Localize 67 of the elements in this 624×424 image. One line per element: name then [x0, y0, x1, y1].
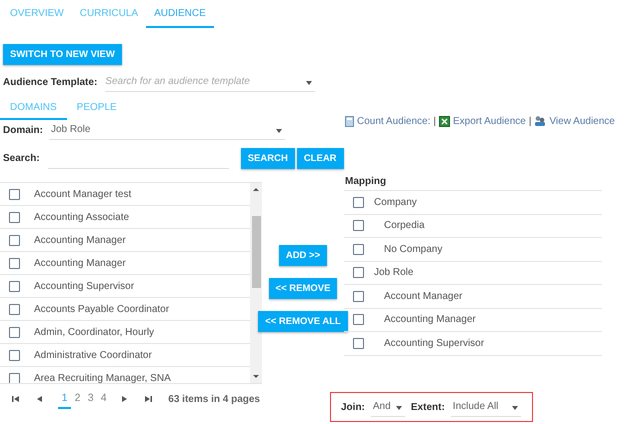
- remove-all-button[interactable]: << REMOVE ALL: [258, 311, 348, 332]
- mapping-heading: Mapping: [344, 176, 602, 191]
- nav-tab[interactable]: AUDIENCE: [146, 0, 214, 28]
- search-button[interactable]: SEARCH: [240, 148, 295, 168]
- checkbox[interactable]: [9, 234, 20, 246]
- page-number[interactable]: 2: [71, 389, 84, 409]
- mapping-item: Job Role: [374, 267, 414, 278]
- calculator-icon: [345, 116, 354, 126]
- link-separator: |: [433, 116, 436, 126]
- extent-label: Extent:: [410, 402, 445, 412]
- count-audience-link[interactable]: Count Audience:: [345, 116, 430, 126]
- checkbox[interactable]: [353, 314, 364, 326]
- audience-template-field[interactable]: Search for an audience template: [105, 72, 316, 92]
- view-audience-link[interactable]: View Audience: [534, 115, 615, 127]
- list-item[interactable]: Admin, Coordinator, Hourly: [34, 326, 154, 338]
- list-item[interactable]: Accounting Manager: [34, 258, 126, 268]
- checkbox[interactable]: [353, 220, 364, 232]
- previous-page-icon[interactable]: [36, 395, 42, 403]
- mapping-item: Corpedia: [383, 220, 425, 232]
- list-item[interactable]: Accounting Supervisor: [34, 280, 134, 292]
- mapping-item: Accounting Manager: [383, 314, 476, 326]
- domain-dropdown[interactable]: Job Role: [49, 120, 285, 140]
- extent-dropdown[interactable]: Include All: [450, 398, 521, 416]
- next-page-icon[interactable]: [122, 395, 128, 403]
- first-page-icon[interactable]: [12, 395, 20, 403]
- checkbox[interactable]: [353, 196, 364, 208]
- search-label: Search:: [3, 152, 40, 164]
- checkbox[interactable]: [9, 212, 20, 222]
- join-dropdown[interactable]: And: [370, 398, 405, 416]
- checkbox[interactable]: [9, 258, 20, 268]
- mapping-item: No Company: [383, 244, 442, 255]
- people-icon: [534, 115, 546, 127]
- clear-button[interactable]: CLEAR: [296, 148, 344, 168]
- list-item[interactable]: Area Recruiting Manager, SNA: [34, 372, 171, 383]
- domain-label: Domain:: [3, 124, 43, 136]
- spreadsheet-icon: [439, 116, 450, 126]
- link-separator: |: [528, 116, 532, 126]
- audience-template-label: Audience Template:: [3, 76, 98, 88]
- mapping-item: Account Manager: [383, 290, 462, 302]
- checkbox[interactable]: [9, 372, 20, 383]
- switch-view-button[interactable]: SWITCH TO NEW VIEW: [3, 44, 122, 65]
- list-item[interactable]: Account Manager test: [34, 188, 132, 200]
- page-number[interactable]: 3: [84, 389, 98, 409]
- list-item[interactable]: Accounting Manager: [34, 234, 126, 246]
- export-audience-link[interactable]: Export Audience: [439, 116, 526, 126]
- last-page-icon[interactable]: [144, 395, 152, 403]
- add-button[interactable]: ADD >>: [278, 245, 328, 266]
- mapping-item: Accounting Supervisor: [383, 338, 484, 349]
- list-item[interactable]: Accounts Payable Coordinator: [34, 304, 170, 314]
- mapping-item: Company: [374, 196, 417, 208]
- checkbox[interactable]: [9, 304, 20, 314]
- checkbox[interactable]: [353, 244, 364, 255]
- checkbox[interactable]: [353, 338, 364, 349]
- page-number[interactable]: 1: [58, 389, 72, 409]
- page-number[interactable]: 4: [97, 389, 110, 409]
- list-item[interactable]: Administrative Coordinator: [34, 350, 152, 360]
- checkbox[interactable]: [9, 350, 20, 360]
- checkbox[interactable]: [9, 280, 20, 292]
- pager-summary: 63 items in 4 pages: [168, 394, 261, 404]
- remove-button[interactable]: << REMOVE: [268, 278, 338, 299]
- join-label: Join:: [341, 402, 365, 412]
- scrollbar[interactable]: [250, 183, 262, 383]
- list-item[interactable]: Accounting Associate: [34, 212, 130, 222]
- checkbox[interactable]: [353, 290, 364, 302]
- checkbox[interactable]: [353, 267, 364, 278]
- checkbox[interactable]: [9, 188, 20, 200]
- checkbox[interactable]: [9, 326, 20, 338]
